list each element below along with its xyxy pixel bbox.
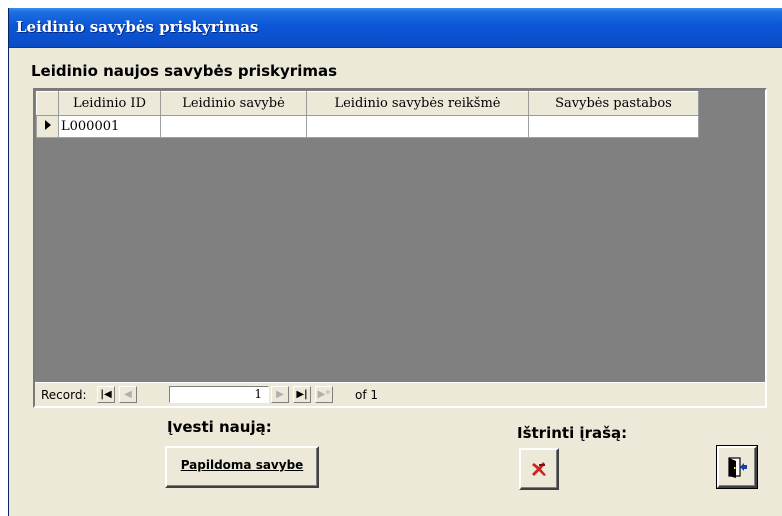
delete-record-icon xyxy=(532,462,546,476)
first-record-button[interactable]: |◀ xyxy=(97,386,115,403)
new-record-button[interactable]: ▶* xyxy=(315,386,333,403)
last-record-button[interactable]: ▶| xyxy=(293,386,311,403)
table-row: L000001 xyxy=(36,115,699,138)
delete-record-label: Ištrinti įrašą: xyxy=(517,424,628,442)
record-navigation-bar: Record: |◀ ◀ 1 ▶ ▶| ▶* of 1 xyxy=(35,382,765,406)
datasheet-grid: Leidinio ID Leidinio savybė Leidinio sav… xyxy=(33,88,767,408)
next-record-button[interactable]: ▶ xyxy=(271,386,289,403)
datasheet-table: Leidinio ID Leidinio savybė Leidinio sav… xyxy=(36,91,699,138)
title-bar[interactable]: Leidinio savybės priskyrimas xyxy=(9,8,782,48)
record-selector-header[interactable] xyxy=(36,91,59,116)
cell-notes[interactable] xyxy=(528,115,699,138)
column-header-notes[interactable]: Savybės pastabos xyxy=(528,91,699,116)
record-number-input[interactable]: 1 xyxy=(169,386,269,403)
add-property-button-label: Papildoma savybe xyxy=(180,458,304,472)
column-header-value[interactable]: Leidinio savybės reikšmė xyxy=(306,91,529,116)
record-label: Record: xyxy=(41,388,87,402)
cell-id[interactable]: L000001 xyxy=(58,115,161,138)
window-title: Leidinio savybės priskyrimas xyxy=(16,18,259,36)
exit-form-button[interactable] xyxy=(716,445,758,489)
header-row: Leidinio ID Leidinio savybė Leidinio sav… xyxy=(36,91,699,116)
new-record-label: Įvesti naują: xyxy=(167,418,272,436)
column-header-property[interactable]: Leidinio savybė xyxy=(160,91,307,116)
form-window: Leidinio savybės priskyrimas Leidinio na… xyxy=(8,8,782,516)
exit-door-icon xyxy=(728,457,747,478)
column-header-id[interactable]: Leidinio ID xyxy=(58,91,161,116)
previous-record-button[interactable]: ◀ xyxy=(119,386,137,403)
record-selector[interactable] xyxy=(36,115,59,138)
delete-record-button[interactable] xyxy=(519,448,559,490)
form-heading: Leidinio naujos savybės priskyrimas xyxy=(31,62,338,80)
cell-property[interactable] xyxy=(160,115,307,138)
record-count-label: of 1 xyxy=(355,388,379,402)
current-record-arrow-icon xyxy=(44,120,51,130)
cell-value[interactable] xyxy=(306,115,529,138)
add-property-button[interactable]: Papildoma savybe xyxy=(165,446,319,488)
